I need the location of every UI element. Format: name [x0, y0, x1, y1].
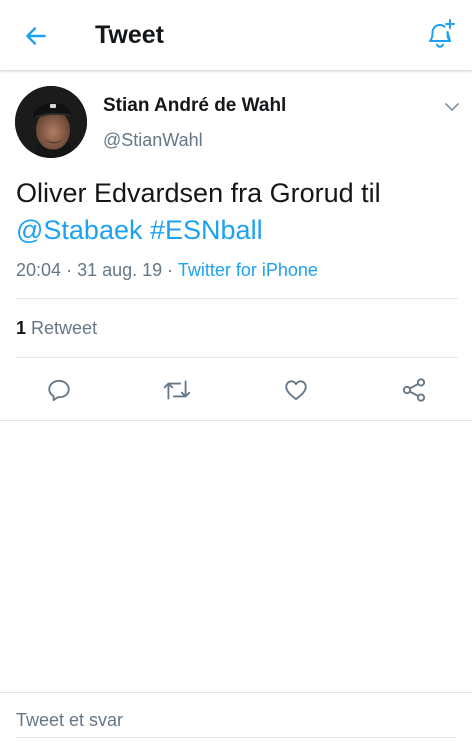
- meta-separator: ·: [66, 260, 73, 280]
- notifications-button[interactable]: [420, 14, 460, 54]
- retweet-count-link[interactable]: 1 Retweet: [16, 316, 97, 340]
- avatar[interactable]: [15, 86, 87, 158]
- divider: [0, 420, 472, 421]
- meta-separator: ·: [167, 260, 174, 280]
- page-title: Tweet: [95, 21, 164, 49]
- mention-link[interactable]: @Stabaek: [16, 215, 142, 245]
- reply-input-underline: [16, 737, 456, 738]
- share-icon: [402, 378, 426, 402]
- share-button[interactable]: [398, 374, 430, 406]
- reply-input[interactable]: [16, 705, 456, 735]
- tweet-date: 31 aug. 19: [77, 260, 163, 280]
- tweet-actions-bar: [0, 360, 472, 420]
- top-bar: Tweet: [0, 0, 472, 71]
- retweet-label: Retweet: [31, 318, 98, 338]
- retweet-count: 1: [16, 318, 27, 338]
- divider: [16, 298, 458, 299]
- reply-bar: [0, 692, 472, 750]
- tweet-text: Oliver Edvardsen fra Grorud til @Stabaek…: [16, 175, 456, 249]
- like-button[interactable]: [280, 374, 312, 406]
- tweet-metadata: 20:04 · 31 aug. 19 · Twitter for iPhone: [16, 258, 318, 282]
- tweet-options-button[interactable]: [441, 96, 463, 118]
- reply-icon: [48, 379, 70, 401]
- heart-icon: [285, 380, 307, 401]
- retweet-icon: [163, 380, 191, 400]
- tweet-time: 20:04: [16, 260, 62, 280]
- tweet-source-link[interactable]: Twitter for iPhone: [178, 260, 318, 280]
- divider: [16, 357, 458, 358]
- reply-button[interactable]: [43, 374, 75, 406]
- hashtag-link[interactable]: #ESNball: [150, 215, 263, 245]
- retweet-button[interactable]: [161, 374, 193, 406]
- chevron-down-icon: [445, 103, 459, 111]
- back-button[interactable]: [20, 20, 52, 52]
- tweet-text-body: Oliver Edvardsen fra Grorud til: [16, 178, 381, 208]
- avatar-photo: [15, 86, 87, 158]
- tweet-detail-screen: Tweet Stian André de Wahl @StianWahl Oli…: [0, 0, 472, 750]
- author-handle[interactable]: @StianWahl: [103, 128, 203, 152]
- arrow-left-icon: [26, 27, 46, 45]
- author-display-name[interactable]: Stian André de Wahl: [103, 94, 286, 118]
- bell-plus-icon: [429, 19, 455, 48]
